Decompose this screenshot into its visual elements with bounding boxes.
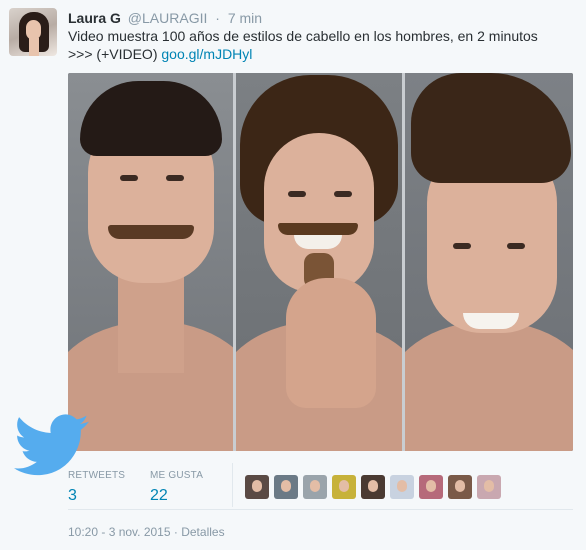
footer-divider <box>68 509 573 510</box>
footer-separator: · <box>173 525 178 539</box>
tweet-card: Laura G @LAURAGII · 7 min Video muestra … <box>0 0 586 550</box>
liker-avatar[interactable] <box>390 475 414 499</box>
panel-eye-right <box>166 175 184 181</box>
twitter-bird-icon <box>14 414 89 476</box>
tweet-text: Video muestra 100 años de estilos de cab… <box>68 27 573 63</box>
tweet-time[interactable]: 7 min <box>228 10 262 26</box>
media-panel-seventies <box>236 73 402 451</box>
likes-label: ME GUSTA <box>150 470 204 481</box>
author-name[interactable]: Laura G <box>68 10 121 26</box>
panel-hair <box>80 81 222 156</box>
liker-avatar-face <box>310 480 320 492</box>
panel-eye-left <box>288 191 306 197</box>
panel-hand <box>286 278 376 408</box>
likes-count[interactable]: 22 <box>150 486 203 506</box>
liker-avatar-face <box>397 480 407 492</box>
header-separator: · <box>215 10 220 26</box>
tweet-media-image[interactable] <box>68 73 573 451</box>
panel-eye-left <box>120 175 138 181</box>
tweet-header: Laura G @LAURAGII · 7 min <box>68 9 262 27</box>
tweet-text-prefix: >>> (+VIDEO) <box>68 46 162 62</box>
panel-shoulders <box>405 321 573 451</box>
avatar-neck <box>29 38 39 56</box>
media-panel-modern <box>405 73 573 451</box>
liker-avatar-face <box>484 480 494 492</box>
liker-avatar-face <box>281 480 291 492</box>
panel-hair <box>411 73 571 183</box>
tweet-footer: 10:20 - 3 nov. 2015 · Detalles <box>68 524 225 540</box>
panel-smile <box>463 313 519 329</box>
liker-avatar[interactable] <box>448 475 472 499</box>
liker-avatar-face <box>455 480 465 492</box>
retweets-stat[interactable]: RETWEETS 3 <box>68 470 125 506</box>
tweet-timestamp[interactable]: 10:20 - 3 nov. 2015 <box>68 525 171 539</box>
panel-eye-right <box>507 243 525 249</box>
tweet-text-line1: Video muestra 100 años de estilos de cab… <box>68 28 538 44</box>
media-panel-mustache <box>68 73 233 451</box>
panel-eye-left <box>453 243 471 249</box>
likes-stat[interactable]: ME GUSTA 22 <box>150 470 203 506</box>
liker-avatar-face <box>368 480 378 492</box>
liker-avatar[interactable] <box>419 475 443 499</box>
liker-avatar[interactable] <box>361 475 385 499</box>
panel-eye-right <box>334 191 352 197</box>
details-link[interactable]: Detalles <box>181 525 224 539</box>
panel-mustache <box>108 225 194 239</box>
liker-avatar[interactable] <box>332 475 356 499</box>
panel-mustache <box>278 223 358 235</box>
author-handle[interactable]: @LAURAGII <box>128 10 208 26</box>
author-avatar[interactable] <box>9 8 57 56</box>
liker-avatar-face <box>339 480 349 492</box>
liker-avatar[interactable] <box>274 475 298 499</box>
liker-avatar-face <box>252 480 262 492</box>
tweet-link[interactable]: goo.gl/mJDHyl <box>161 46 252 62</box>
retweets-count[interactable]: 3 <box>68 486 125 506</box>
panel-smile <box>294 235 342 249</box>
liker-avatar-face <box>426 480 436 492</box>
stats-divider <box>232 463 233 507</box>
liker-avatar[interactable] <box>245 475 269 499</box>
liker-avatar[interactable] <box>303 475 327 499</box>
retweets-label: RETWEETS <box>68 470 126 481</box>
avatar-face <box>26 20 41 40</box>
liker-avatar[interactable] <box>477 475 501 499</box>
